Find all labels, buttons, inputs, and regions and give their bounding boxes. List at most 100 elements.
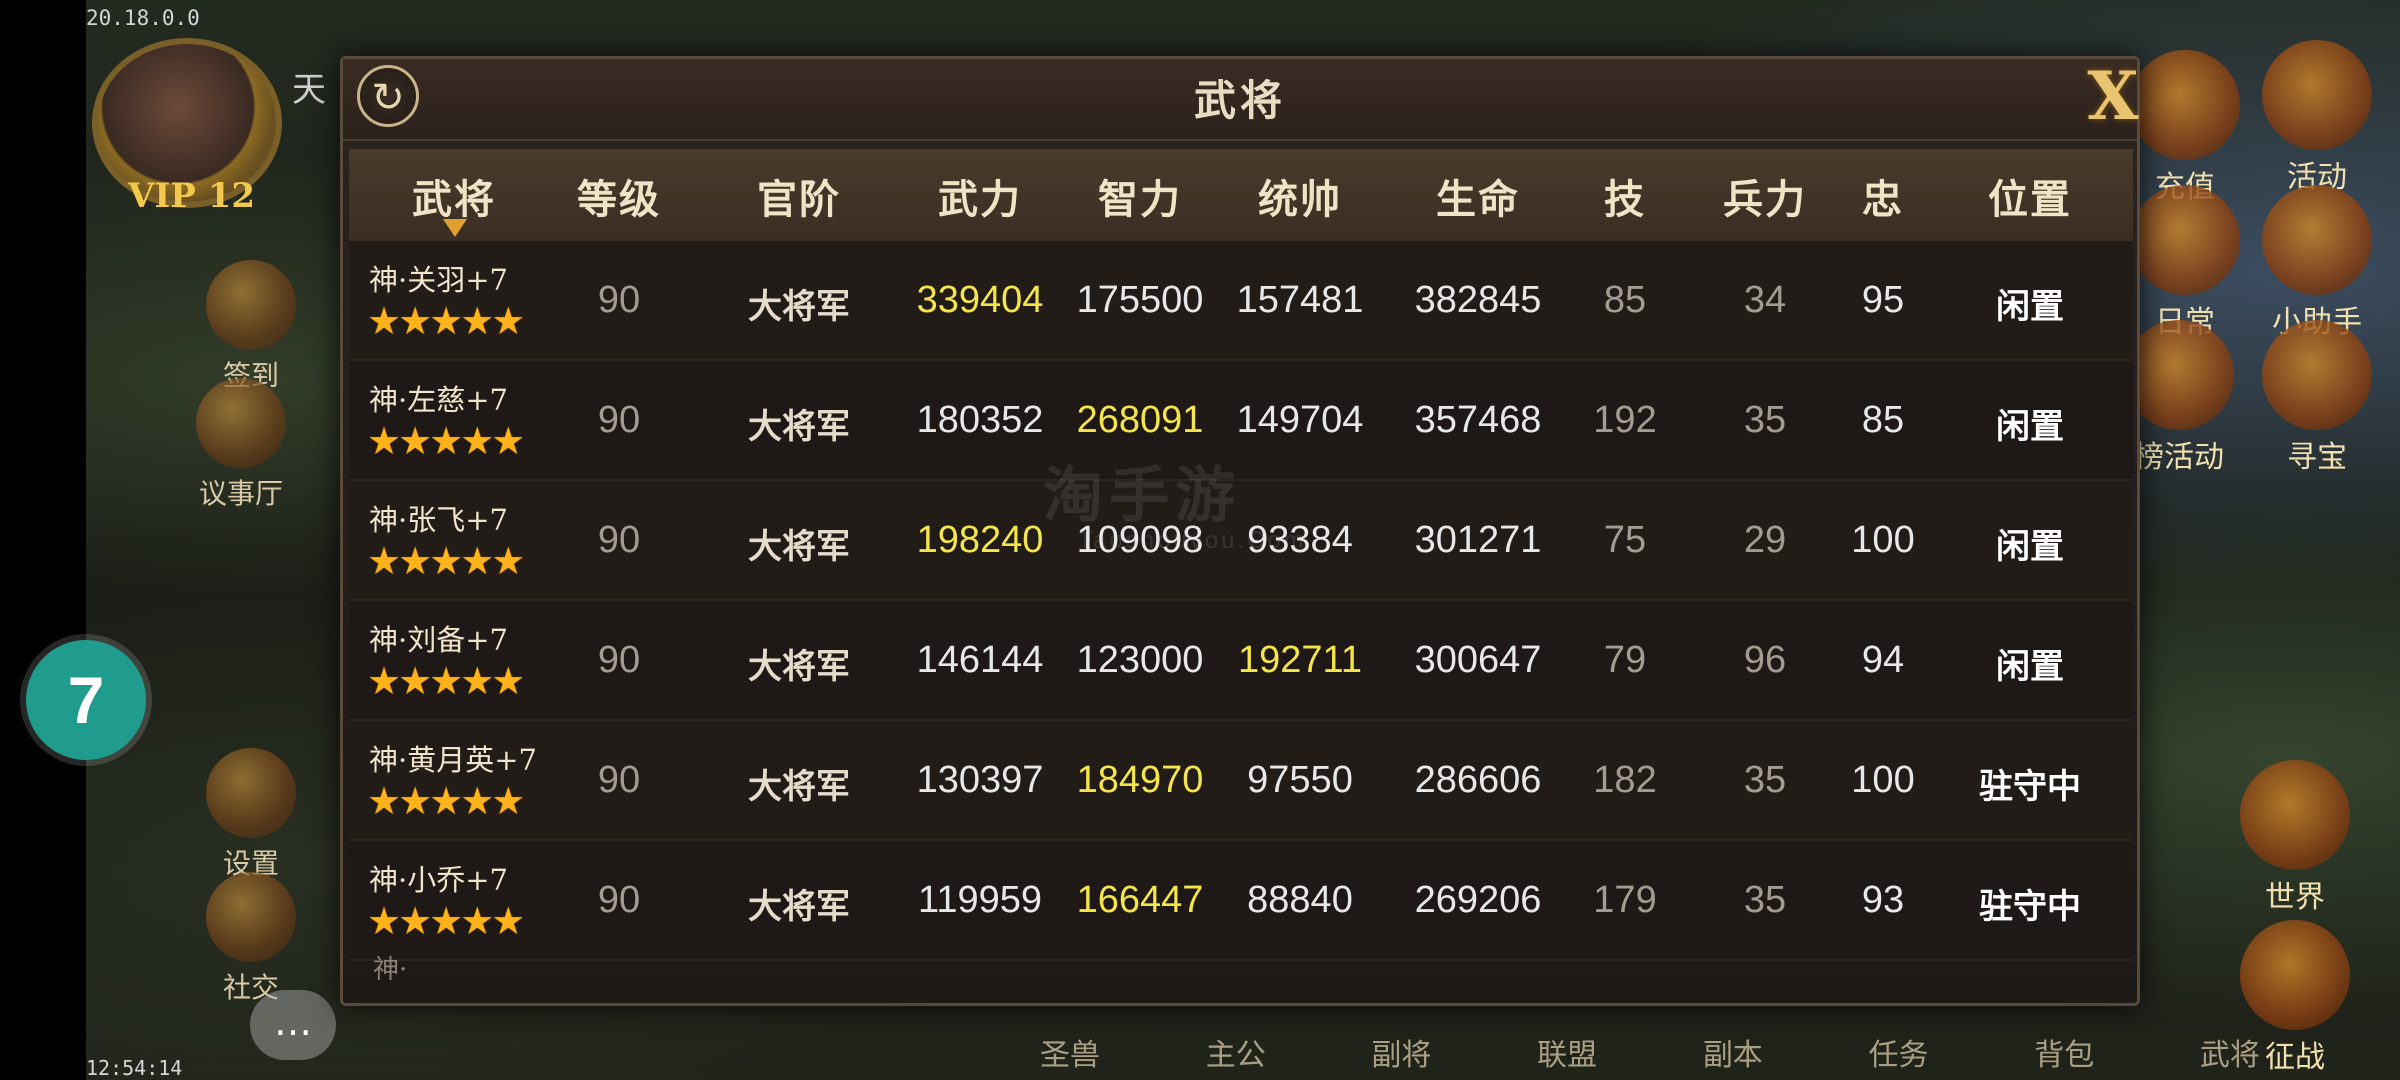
close-icon[interactable]: X xyxy=(2078,61,2148,131)
cell-troops: 35 xyxy=(1743,879,1787,921)
cell-loyalty: 85 xyxy=(1861,399,1905,441)
cell-troops: 96 xyxy=(1743,639,1787,681)
daily-icon xyxy=(2130,185,2240,295)
nav-bag[interactable]: 背包 xyxy=(2034,1030,2094,1080)
nav-quest[interactable]: 任务 xyxy=(1869,1030,1929,1080)
star-rating-icon: ★★★★★ xyxy=(367,899,525,943)
col-troops[interactable]: 兵力 xyxy=(1695,167,1835,225)
table-row[interactable]: 神·刘备+7 ★★★★★ 90 大将军 146144 123000 192711 300647… xyxy=(349,601,2133,721)
vip-badge: VIP 12 xyxy=(128,176,256,216)
cell-skill: 182 xyxy=(1593,759,1657,801)
star-rating-icon: ★★★★★ xyxy=(367,299,525,343)
signin-icon xyxy=(206,260,296,350)
watermark-subtext: Taoshouyou.Com xyxy=(1078,527,1307,554)
star-rating-icon: ★★★★★ xyxy=(367,779,525,823)
cell-position: 闲置 xyxy=(1996,527,2064,567)
general-name: 神·刘备+7 xyxy=(369,623,508,657)
general-name: 神·黄月英+7 xyxy=(369,743,537,777)
helper-button[interactable]: 小助手 xyxy=(2262,185,2372,341)
cell-rank: 大将军 xyxy=(748,767,850,807)
cell-intel: 184970 xyxy=(1076,759,1204,801)
col-intel[interactable]: 智力 xyxy=(1065,167,1215,225)
nav-deputy[interactable]: 副将 xyxy=(1371,1030,1431,1080)
col-skill[interactable]: 技 xyxy=(1585,167,1665,225)
nav-holy-beast[interactable]: 圣兽 xyxy=(1040,1030,1100,1080)
cell-command: 88840 xyxy=(1247,879,1353,921)
modal-title-bar: 武将 ↻ X xyxy=(343,59,2139,141)
ranking-icon xyxy=(2124,320,2234,430)
cell-intel: 175500 xyxy=(1076,279,1204,321)
cell-loyalty: 100 xyxy=(1851,519,1915,561)
treasure-icon xyxy=(2262,320,2372,430)
settings-gear-icon xyxy=(206,748,296,838)
cell-level: 90 xyxy=(597,519,641,561)
settings-button[interactable]: 设置 xyxy=(206,748,296,882)
council-label: 议事厅 xyxy=(198,477,283,510)
cell-intel: 123000 xyxy=(1076,639,1204,681)
general-name: 神·关羽+7 xyxy=(369,263,508,297)
watermark-text: 淘手游 xyxy=(1043,462,1241,529)
council-button[interactable]: 议事厅 xyxy=(196,378,286,512)
table-header: 武将 等级 官阶 武力 智力 统帅 生命 技 兵力 忠 位置 xyxy=(349,149,2133,241)
nav-dungeon[interactable]: 副本 xyxy=(1703,1030,1763,1080)
cell-level: 90 xyxy=(597,879,641,921)
world-button[interactable]: 世界 xyxy=(2240,760,2350,916)
activity-button[interactable]: 活动 xyxy=(2262,40,2372,196)
world-dragon-icon xyxy=(2240,760,2350,870)
treasure-button[interactable]: 寻宝 xyxy=(2262,320,2372,476)
cell-loyalty: 94 xyxy=(1861,639,1905,681)
col-rank[interactable]: 官阶 xyxy=(729,167,869,225)
cell-command: 97550 xyxy=(1247,759,1353,801)
cell-troops: 34 xyxy=(1743,279,1787,321)
nav-generals[interactable]: 武将 xyxy=(2200,1030,2260,1080)
modal-title: 武将 xyxy=(1193,76,1286,125)
col-level[interactable]: 等级 xyxy=(549,167,689,225)
cell-loyalty: 95 xyxy=(1861,279,1905,321)
daily-button[interactable]: 日常 xyxy=(2130,185,2240,341)
chat-bubble-icon[interactable]: … xyxy=(250,990,336,1060)
cell-position: 闲置 xyxy=(1996,647,2064,687)
col-general[interactable]: 武将 xyxy=(379,167,529,225)
cell-troops: 35 xyxy=(1743,759,1787,801)
cell-loyalty: 93 xyxy=(1861,879,1905,921)
version-text: 20.18.0.0 xyxy=(86,6,200,30)
refresh-icon[interactable]: ↻ xyxy=(357,65,419,127)
nav-alliance[interactable]: 联盟 xyxy=(1537,1030,1597,1080)
scroll-icon xyxy=(2262,185,2372,295)
table-row[interactable]: 神·左慈+7 ★★★★★ 90 大将军 180352 268091 149704 357468… xyxy=(349,361,2133,481)
cell-skill: 85 xyxy=(1603,279,1647,321)
col-command[interactable]: 统帅 xyxy=(1225,167,1375,225)
col-force[interactable]: 武力 xyxy=(905,167,1055,225)
clock-text: 12:54:14 xyxy=(86,1056,183,1080)
cell-skill: 75 xyxy=(1603,519,1647,561)
treasure-label: 寻宝 xyxy=(2287,440,2347,475)
nav-lord[interactable]: 主公 xyxy=(1206,1030,1266,1080)
cell-intel: 268091 xyxy=(1076,399,1204,441)
col-life[interactable]: 生命 xyxy=(1403,167,1553,225)
ranking-activity-button[interactable]: 榜活动 xyxy=(2124,320,2234,476)
cell-level: 90 xyxy=(597,279,641,321)
cell-rank: 大将军 xyxy=(748,407,850,447)
cell-level: 90 xyxy=(597,759,641,801)
floating-assistant-button[interactable]: 7 xyxy=(26,640,146,760)
cell-force: 130397 xyxy=(916,759,1044,801)
cell-life: 300647 xyxy=(1414,639,1542,681)
cell-command: 149704 xyxy=(1236,399,1364,441)
table-row[interactable]: 神·小乔+7 ★★★★★ 90 大将军 119959 166447 88840 269206 1… xyxy=(349,841,2133,961)
cell-position: 驻守中 xyxy=(1979,887,2081,927)
signin-button[interactable]: 签到 xyxy=(206,260,296,394)
player-name: 天 xyxy=(292,70,326,110)
cell-rank: 大将军 xyxy=(748,287,850,327)
generals-table: 武将 等级 官阶 武力 智力 统帅 生命 技 兵力 忠 位置 神·关羽+7 ★★★… xyxy=(349,149,2133,989)
col-position[interactable]: 位置 xyxy=(1955,167,2105,225)
social-button[interactable]: 社交 xyxy=(206,872,296,1006)
sort-desc-icon xyxy=(443,219,467,237)
cell-position: 闲置 xyxy=(1996,407,2064,447)
world-label: 世界 xyxy=(2265,880,2325,915)
col-loyalty[interactable]: 忠 xyxy=(1843,167,1923,225)
cell-command: 157481 xyxy=(1236,279,1364,321)
cell-loyalty: 100 xyxy=(1851,759,1915,801)
table-row[interactable]: 神·黄月英+7 ★★★★★ 90 大将军 130397 184970 97550 286606… xyxy=(349,721,2133,841)
cell-troops: 35 xyxy=(1743,399,1787,441)
table-row[interactable]: 神·关羽+7 ★★★★★ 90 大将军 339404 175500 157481 382845… xyxy=(349,241,2133,361)
